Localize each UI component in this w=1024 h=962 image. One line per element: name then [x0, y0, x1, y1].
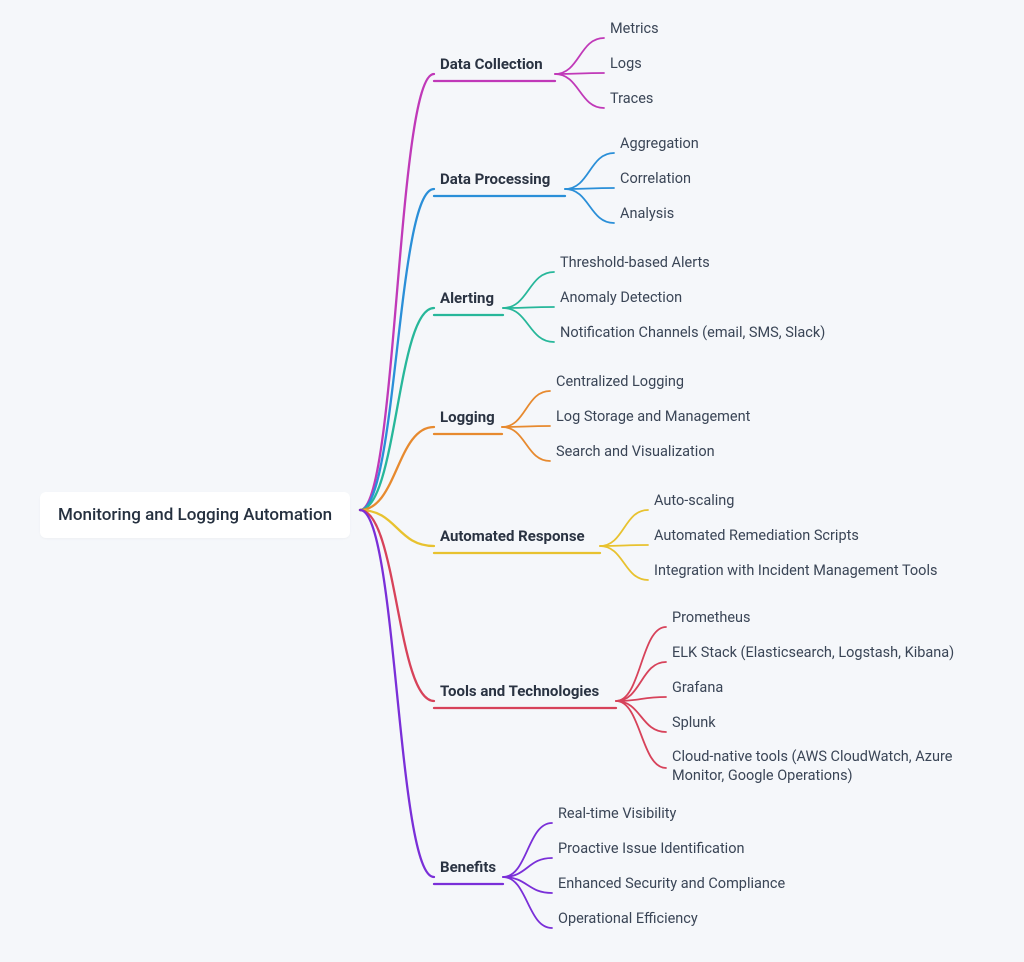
- branch-benefits: Benefits: [440, 858, 496, 878]
- leaf-remediation-scripts: Automated Remediation Scripts: [654, 527, 859, 546]
- leaf-splunk: Splunk: [672, 714, 716, 733]
- branch-alerting: Alerting: [440, 289, 494, 309]
- leaf-aggregation: Aggregation: [620, 135, 699, 154]
- leaf-anomaly-detection: Anomaly Detection: [560, 289, 682, 308]
- leaf-logs: Logs: [610, 55, 642, 74]
- leaf-auto-scaling: Auto-scaling: [654, 492, 734, 511]
- leaf-proactive-issue: Proactive Issue Identification: [558, 840, 745, 859]
- branch-tools-technologies: Tools and Technologies: [440, 682, 599, 702]
- leaf-incident-integration: Integration with Incident Management Too…: [654, 562, 937, 581]
- leaf-threshold-alerts: Threshold-based Alerts: [560, 254, 710, 273]
- leaf-operational-efficiency: Operational Efficiency: [558, 910, 698, 929]
- branch-logging: Logging: [440, 408, 495, 428]
- leaf-search-visualization: Search and Visualization: [556, 443, 715, 462]
- leaf-analysis: Analysis: [620, 205, 674, 224]
- leaf-grafana: Grafana: [672, 679, 723, 698]
- mindmap-diagram: Monitoring and Logging Automation Data C…: [0, 0, 1024, 962]
- leaf-log-storage: Log Storage and Management: [556, 408, 750, 427]
- leaf-correlation: Correlation: [620, 170, 691, 189]
- root-node: Monitoring and Logging Automation: [40, 492, 350, 538]
- leaf-enhanced-security: Enhanced Security and Compliance: [558, 875, 785, 894]
- leaf-centralized-logging: Centralized Logging: [556, 373, 684, 392]
- leaf-metrics: Metrics: [610, 20, 659, 39]
- mindmap-connections: [0, 0, 1024, 962]
- leaf-real-time-visibility: Real-time Visibility: [558, 805, 676, 824]
- branch-data-collection: Data Collection: [440, 55, 543, 75]
- leaf-cloud-native-tools: Cloud-native tools (AWS CloudWatch, Azur…: [672, 748, 972, 786]
- leaf-prometheus: Prometheus: [672, 609, 751, 628]
- leaf-elk-stack: ELK Stack (Elasticsearch, Logstash, Kiba…: [672, 644, 954, 663]
- leaf-traces: Traces: [610, 90, 653, 109]
- branch-automated-response: Automated Response: [440, 527, 585, 547]
- leaf-notification-channels: Notification Channels (email, SMS, Slack…: [560, 324, 825, 343]
- branch-data-processing: Data Processing: [440, 170, 550, 190]
